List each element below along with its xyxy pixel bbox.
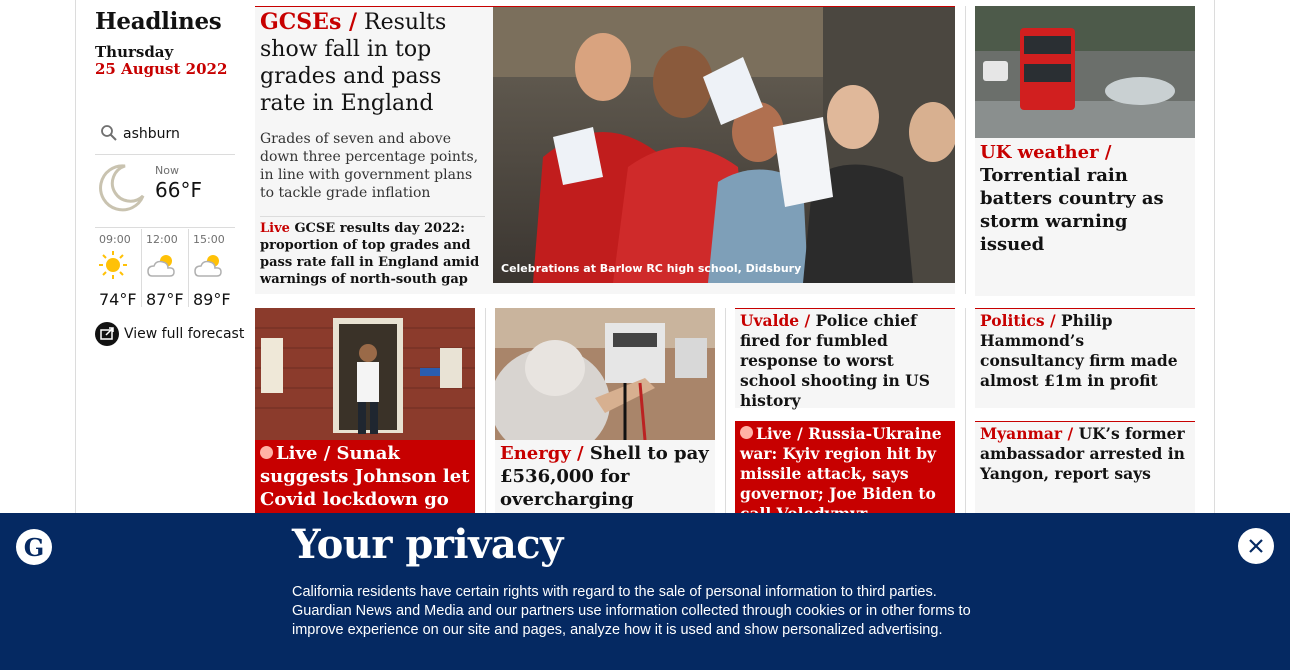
story-image[interactable] — [255, 308, 475, 440]
privacy-banner: G Your privacy California residents have… — [0, 513, 1290, 670]
live-dot-icon — [260, 446, 273, 459]
close-button[interactable] — [1238, 528, 1274, 564]
story-image[interactable] — [975, 6, 1195, 138]
forecast-time: 09:00 — [99, 233, 131, 246]
story-headline[interactable]: Politics / Philip Hammond’s consultancy … — [975, 309, 1195, 393]
feature-story[interactable]: GCSEs / Results show fall in top grades … — [255, 6, 955, 294]
story-kicker: / — [797, 424, 803, 443]
live-label: Live — [756, 424, 792, 443]
view-full-forecast-label: View full forecast — [124, 326, 245, 342]
feature-sublink-text: GCSE results day 2022: proportion of top… — [260, 221, 480, 287]
forecast-time: 15:00 — [193, 233, 225, 246]
forecast-temp: 87°F — [146, 290, 184, 309]
forecast-hour: 12:00 87°F — [142, 229, 189, 309]
story-card-energy[interactable]: Energy / Shell to pay £536,000 for overc… — [495, 308, 715, 518]
day-label: Thursday — [95, 43, 174, 61]
story-headline[interactable]: Uvalde / Police chief fired for fumbled … — [735, 309, 955, 413]
story-card-sunak[interactable]: Live / Sunak suggests Johnson let Covid … — [255, 308, 475, 533]
forecast-temp: 89°F — [193, 290, 231, 309]
story-headline-text: Torrential rain batters country as storm… — [980, 165, 1164, 255]
forecast-hour: 15:00 89°F — [189, 229, 235, 309]
story-kicker: UK weather / — [980, 142, 1112, 163]
now-label: Now — [155, 164, 179, 177]
live-dot-icon — [740, 426, 753, 439]
moon-icon — [99, 164, 145, 212]
external-link-icon — [95, 322, 119, 346]
story-kicker: / — [323, 443, 331, 464]
date-label: 25 August 2022 — [95, 60, 228, 78]
feature-headline[interactable]: GCSEs / Results show fall in top grades … — [260, 9, 488, 117]
story-kicker: Myanmar / — [980, 424, 1074, 443]
story-card-politics[interactable]: Politics / Philip Hammond’s consultancy … — [975, 308, 1195, 408]
weather-location-value: ashburn — [123, 126, 180, 142]
weather-location-field[interactable]: ashburn — [95, 118, 235, 155]
now-temperature: 66°F — [155, 178, 202, 202]
page-title: Headlines — [95, 8, 222, 35]
partly-cloudy-icon — [194, 255, 222, 277]
svg-text:G: G — [24, 533, 45, 562]
feature-image[interactable]: Celebrations at Barlow RC high school, D… — [493, 7, 955, 283]
sun-icon — [99, 251, 127, 279]
story-kicker: Energy / — [500, 443, 584, 464]
story-kicker: Politics / — [980, 311, 1056, 330]
column-divider — [965, 6, 966, 294]
story-card-uk-weather[interactable]: UK weather / Torrential rain batters cou… — [975, 6, 1195, 296]
forecast-temp: 74°F — [99, 290, 137, 309]
guardian-logo-icon: G — [16, 529, 52, 565]
view-full-forecast-link[interactable]: View full forecast — [95, 322, 244, 346]
story-headline[interactable]: Myanmar / UK’s former ambassador arreste… — [975, 422, 1195, 486]
partly-cloudy-icon — [147, 255, 175, 277]
close-icon — [1249, 539, 1263, 553]
column-divider — [725, 308, 726, 513]
privacy-title: Your privacy — [292, 521, 563, 568]
weather-now: Now 66°F — [95, 160, 235, 228]
live-label: Live — [260, 221, 290, 236]
search-icon — [101, 125, 117, 141]
feature-sublink[interactable]: Live GCSE results day 2022: proportion o… — [260, 216, 485, 288]
story-headline[interactable]: Energy / Shell to pay £536,000 for overc… — [495, 440, 715, 513]
column-divider — [965, 308, 966, 513]
feature-kicker: GCSEs / — [260, 9, 358, 35]
story-card-uvalde[interactable]: Uvalde / Police chief fired for fumbled … — [735, 308, 955, 410]
live-label: Live — [276, 443, 318, 464]
story-headline[interactable]: UK weather / Torrential rain batters cou… — [975, 138, 1195, 259]
feature-caption: Celebrations at Barlow RC high school, D… — [501, 262, 802, 275]
forecast-hour: 09:00 74°F — [95, 229, 142, 309]
story-image[interactable] — [495, 308, 715, 440]
story-kicker: Uvalde / — [740, 311, 811, 330]
privacy-body: California residents have certain rights… — [292, 584, 971, 638]
story-card-myanmar[interactable]: Myanmar / UK’s former ambassador arreste… — [975, 421, 1195, 516]
feature-standfirst: Grades of seven and above down three per… — [260, 131, 479, 201]
forecast-time: 12:00 — [146, 233, 178, 246]
story-card-ukraine[interactable]: Live / Russia-Ukraine war: Kyiv region h… — [735, 421, 955, 543]
column-divider — [485, 308, 486, 513]
hourly-forecast: 09:00 74°F 12:00 87°F 15:00 89°F — [95, 229, 235, 309]
